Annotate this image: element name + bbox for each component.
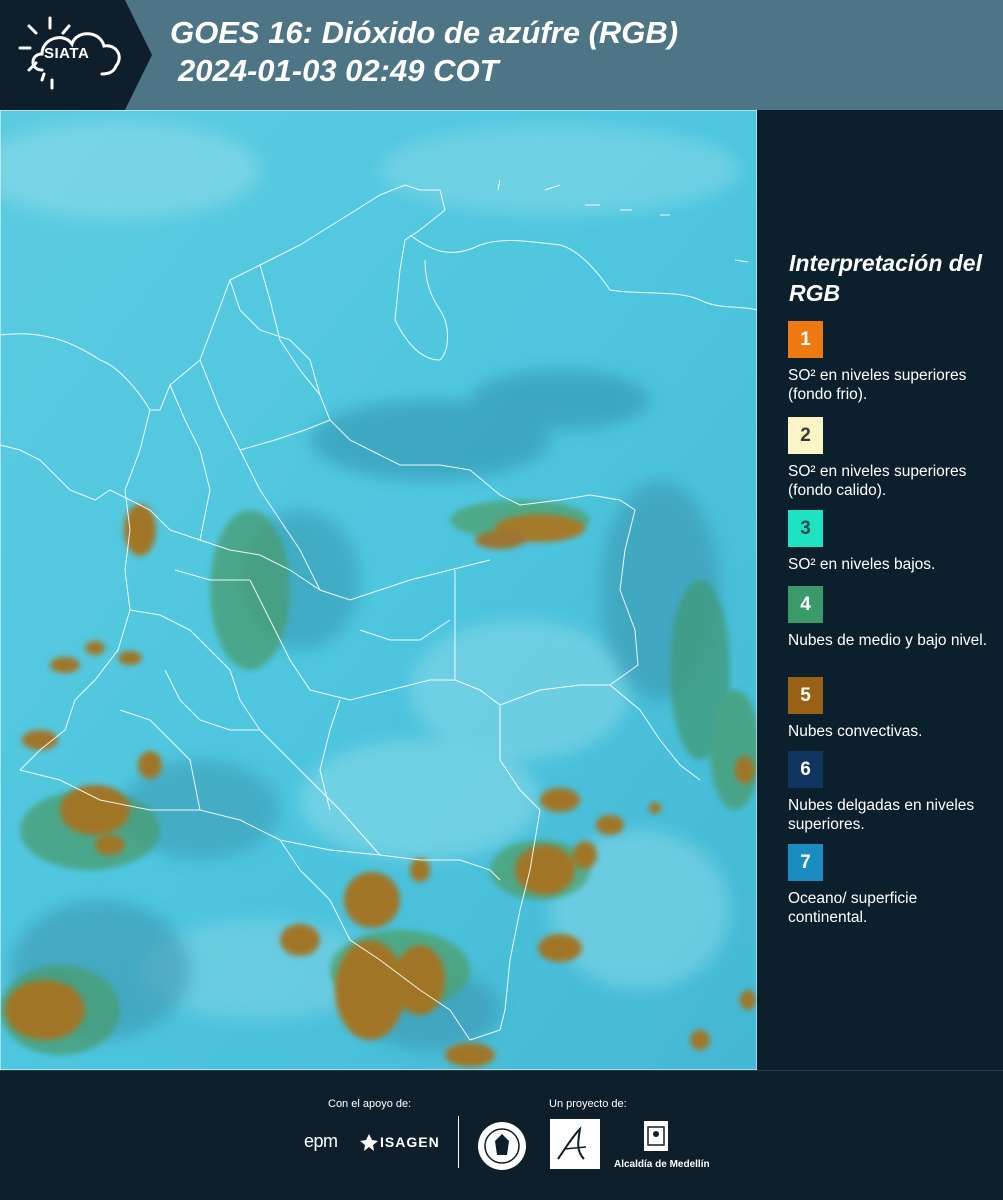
satellite-image (0, 110, 757, 1070)
legend-label-4: Nubes de medio y bajo nivel. (788, 632, 988, 649)
epm-logo: epm (304, 1131, 338, 1151)
area-metropolitana-mark (557, 1126, 587, 1160)
legend-item-7: 7 Oceano/ superficie continental. (788, 844, 998, 927)
siata-logo-text: SIATA (44, 45, 90, 62)
legend-label-6: Nubes delgadas en niveles superiores. (788, 797, 975, 833)
area-metropolitana-logo (550, 1119, 600, 1169)
support-label: Con el apoyo de: (328, 1098, 412, 1110)
legend-item-3: 3 SO² en niveles bajos. (788, 510, 998, 574)
header: SIATA GOES 16: Dióxido de azúfre (RGB) 2… (0, 0, 1003, 110)
footer-divider (458, 1116, 459, 1168)
legend-item-6: 6 Nubes delgadas en niveles superiores. (788, 751, 998, 834)
legend-label-3: SO² en niveles bajos. (788, 556, 936, 573)
legend-label-1: SO² en niveles superiores (fondo frio). (788, 367, 967, 403)
legend-swatch-7: 7 (788, 844, 823, 881)
legend-swatch-3: 3 (788, 510, 823, 547)
legend-item-2: 2 SO² en niveles superiores (fondo calid… (788, 417, 998, 500)
legend-item-5: 5 Nubes convectivas. (788, 677, 998, 741)
page-title: GOES 16: Dióxido de azúfre (RGB) 2024-01… (170, 14, 678, 90)
isagen-logo-mark (360, 1134, 378, 1151)
legend-panel: Interpretación del RGB 1 SO² en niveles … (757, 110, 1003, 1070)
legend-label-5: Nubes convectivas. (788, 723, 923, 740)
legend-swatch-4: 4 (788, 586, 823, 623)
legend-swatch-6: 6 (788, 751, 823, 788)
project-label: Un proyecto de: (549, 1098, 627, 1110)
footer: Con el apoyo de: Un proyecto de: epm ISA… (0, 1070, 1003, 1200)
legend-label-2: SO² en niveles superiores (fondo calido)… (788, 463, 967, 499)
legend-item-1: 1 SO² en niveles superiores (fondo frio)… (788, 321, 998, 404)
alcaldia-crest-logo (644, 1121, 668, 1151)
area-metropolitana-text: METROPOLITANA Valle de Aburrá (550, 1171, 601, 1183)
legend-label-7: Oceano/ superficie continental. (788, 890, 918, 926)
legend-swatch-5: 5 (788, 677, 823, 714)
title-line-datetime: 2024-01-03 02:49 COT (178, 53, 499, 88)
legend-item-4: 4 Nubes de medio y bajo nivel. (788, 586, 998, 650)
isagen-logo: ISAGEN (380, 1134, 440, 1150)
legend-title: Interpretación del RGB (789, 250, 982, 306)
satellite-rgb-map (0, 110, 757, 1070)
medellin-seal-logo (478, 1122, 526, 1170)
title-line-product: GOES 16: Dióxido de azúfre (RGB) (170, 15, 679, 50)
legend-swatch-1: 1 (788, 321, 823, 358)
legend-swatch-2: 2 (788, 417, 823, 454)
alcaldia-medellin-text: Alcaldía de Medellín (614, 1159, 710, 1170)
